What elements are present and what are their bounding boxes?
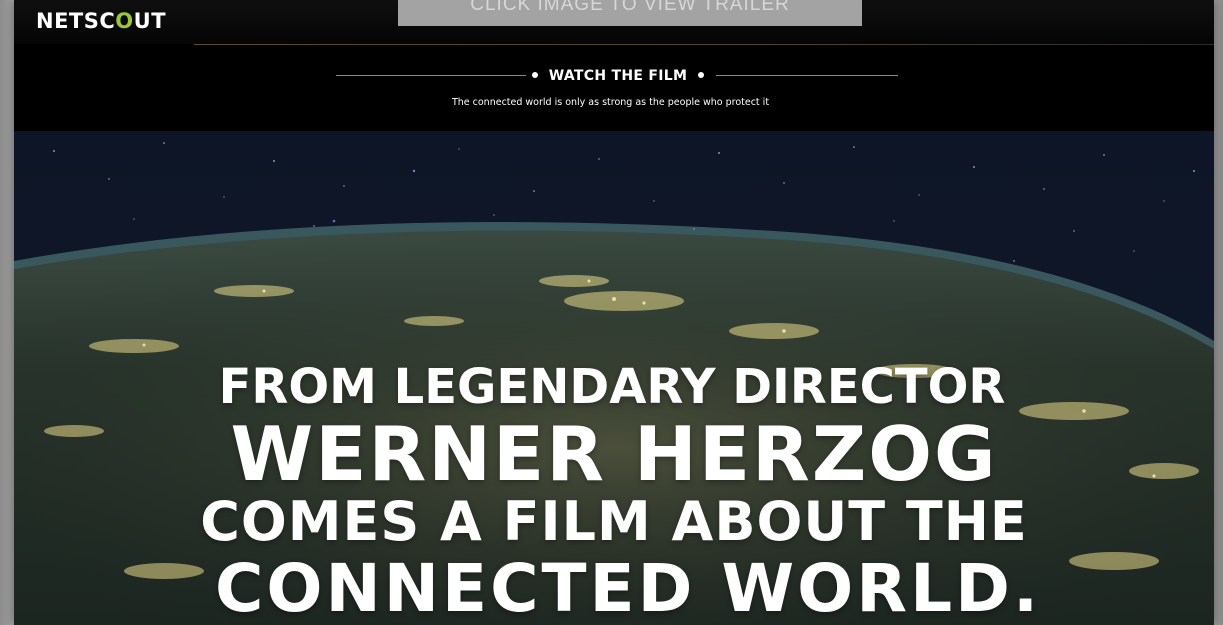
watch-the-film-section: WATCH THE FILM The connected world is on… xyxy=(14,45,1214,131)
bullet-dot-right xyxy=(698,72,704,78)
watch-the-film-heading: WATCH THE FILM xyxy=(548,68,688,84)
hero-line-2: WERNER HERZOG xyxy=(230,410,998,498)
divider-line-right xyxy=(716,75,898,76)
watch-subtitle: The connected world is only as strong as… xyxy=(451,97,770,108)
view-trailer-tab[interactable]: CLICK IMAGE TO VIEW TRAILER xyxy=(398,0,862,26)
hero-line-4: CONNECTED WORLD. xyxy=(214,550,1042,625)
netscout-logo[interactable]: NETSCOUT xyxy=(36,9,166,33)
logo-text-suffix: UT xyxy=(133,9,167,33)
watch-heading-row: WATCH THE FILM xyxy=(336,66,898,86)
netscout-page: NETSCOUT CLICK IMAGE TO VIEW TRAILER WAT… xyxy=(14,0,1214,625)
hero-line-3: COMES A FILM ABOUT THE xyxy=(200,490,1028,553)
bullet-dot-left xyxy=(532,72,538,78)
logo-text-highlight: O xyxy=(115,9,134,33)
logo-text-prefix: NETSC xyxy=(36,9,116,33)
hero-line-1: FROM LEGENDARY DIRECTOR xyxy=(218,359,1006,415)
divider-line-left xyxy=(336,75,526,76)
trailer-hero-image[interactable]: FROM LEGENDARY DIRECTOR WERNER HERZOG CO… xyxy=(14,131,1214,625)
